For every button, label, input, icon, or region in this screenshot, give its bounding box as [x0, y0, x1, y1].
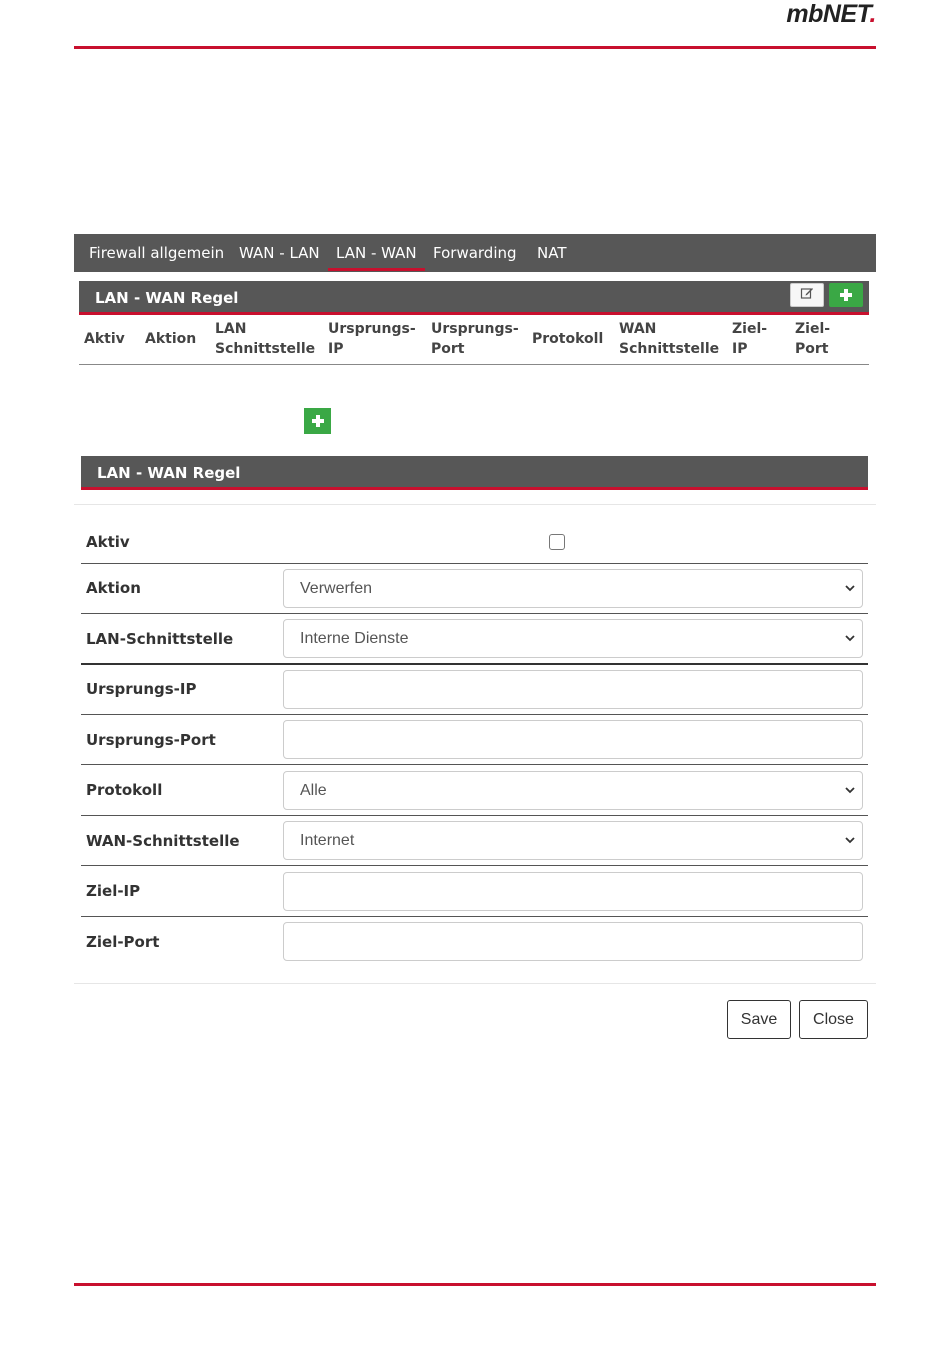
row-divider	[81, 613, 868, 614]
add-rule-row-button[interactable]	[304, 408, 331, 434]
wan-schnittstelle-label: WAN-Schnittstelle	[86, 832, 240, 850]
lan-schnittstelle-label: LAN-Schnittstelle	[86, 630, 234, 648]
chevron-down-icon	[845, 787, 855, 794]
chevron-down-icon	[845, 635, 855, 642]
row-divider	[81, 916, 868, 917]
logo-text: mbNET	[786, 0, 870, 28]
logo-dot: .	[869, 0, 877, 28]
edit-icon	[800, 286, 814, 304]
protokoll-select-value: Alle	[300, 782, 327, 799]
ziel-port-label: Ziel-Port	[86, 933, 160, 951]
ursprungs-ip-input[interactable]	[283, 670, 863, 709]
close-button[interactable]: Close	[799, 1000, 868, 1039]
ziel-port-input[interactable]	[283, 922, 863, 961]
tab-lan-wan[interactable]: LAN - WAN	[328, 234, 425, 272]
protokoll-label: Protokoll	[86, 781, 163, 799]
footer-divider	[74, 1283, 876, 1286]
aktiv-label: Aktiv	[86, 533, 130, 551]
tab-firewall-allgemein[interactable]: Firewall allgemein	[89, 234, 224, 272]
form-bottom-divider	[74, 983, 876, 984]
plus-icon	[311, 415, 324, 427]
lan-schnittstelle-select[interactable]: Interne Dienste	[283, 619, 863, 658]
ursprungs-ip-label: Ursprungs-IP	[86, 680, 197, 698]
table-header-divider	[79, 364, 869, 365]
ursprungs-port-input[interactable]	[283, 720, 863, 759]
wan-schnittstelle-select[interactable]: Internet	[283, 821, 863, 860]
editor-panel-title: LAN - WAN Regel	[97, 464, 241, 482]
col-header-lan-schnittstelle: LAN Schnittstelle	[215, 321, 316, 357]
wan-schnittstelle-select-value: Internet	[300, 832, 355, 849]
col-header-ursprungs-port: Ursprungs- Port	[431, 321, 519, 357]
ziel-ip-input[interactable]	[283, 872, 863, 911]
rules-panel-title: LAN - WAN Regel	[95, 289, 239, 307]
editor-panel-header: LAN - WAN Regel	[81, 456, 868, 490]
row-divider	[81, 563, 868, 564]
lan-schnittstelle-select-value: Interne Dienste	[300, 630, 409, 647]
add-rule-button[interactable]	[829, 283, 863, 307]
form-top-divider	[74, 504, 876, 505]
aktion-select[interactable]: Verwerfen	[283, 569, 863, 608]
save-button[interactable]: Save	[727, 1000, 791, 1039]
ursprungs-port-label: Ursprungs-Port	[86, 731, 216, 749]
col-header-ziel-ip: Ziel- IP	[732, 321, 768, 357]
col-header-wan-schnittstelle: WAN Schnittstelle	[619, 321, 720, 357]
chevron-down-icon	[845, 837, 855, 844]
row-divider	[81, 865, 868, 866]
col-header-aktiv: Aktiv	[84, 331, 125, 347]
col-header-ziel-port: Ziel- Port	[795, 321, 831, 357]
tab-forwarding[interactable]: Forwarding	[433, 234, 517, 272]
chevron-down-icon	[845, 585, 855, 592]
tab-nat[interactable]: NAT	[537, 234, 566, 272]
row-divider	[81, 764, 868, 765]
protokoll-select[interactable]: Alle	[283, 771, 863, 810]
row-divider	[81, 663, 868, 665]
col-header-aktion: Aktion	[145, 331, 197, 347]
col-header-protokoll: Protokoll	[532, 331, 604, 347]
mbnet-logo: mbNET.	[744, 0, 876, 30]
aktion-label: Aktion	[86, 579, 141, 597]
row-divider	[81, 815, 868, 816]
edit-rule-button[interactable]	[790, 283, 824, 307]
aktiv-checkbox[interactable]	[549, 534, 565, 550]
ziel-ip-label: Ziel-IP	[86, 882, 141, 900]
header-divider	[74, 46, 876, 49]
row-divider	[81, 714, 868, 715]
rules-panel-header: LAN - WAN Regel	[79, 281, 869, 315]
aktion-select-value: Verwerfen	[300, 580, 373, 597]
firewall-tab-bar: Firewall allgemein WAN - LAN LAN - WAN F…	[74, 234, 876, 272]
tab-wan-lan[interactable]: WAN - LAN	[239, 234, 320, 272]
plus-icon	[840, 289, 852, 301]
col-header-ursprungs-ip: Ursprungs- IP	[328, 321, 416, 357]
